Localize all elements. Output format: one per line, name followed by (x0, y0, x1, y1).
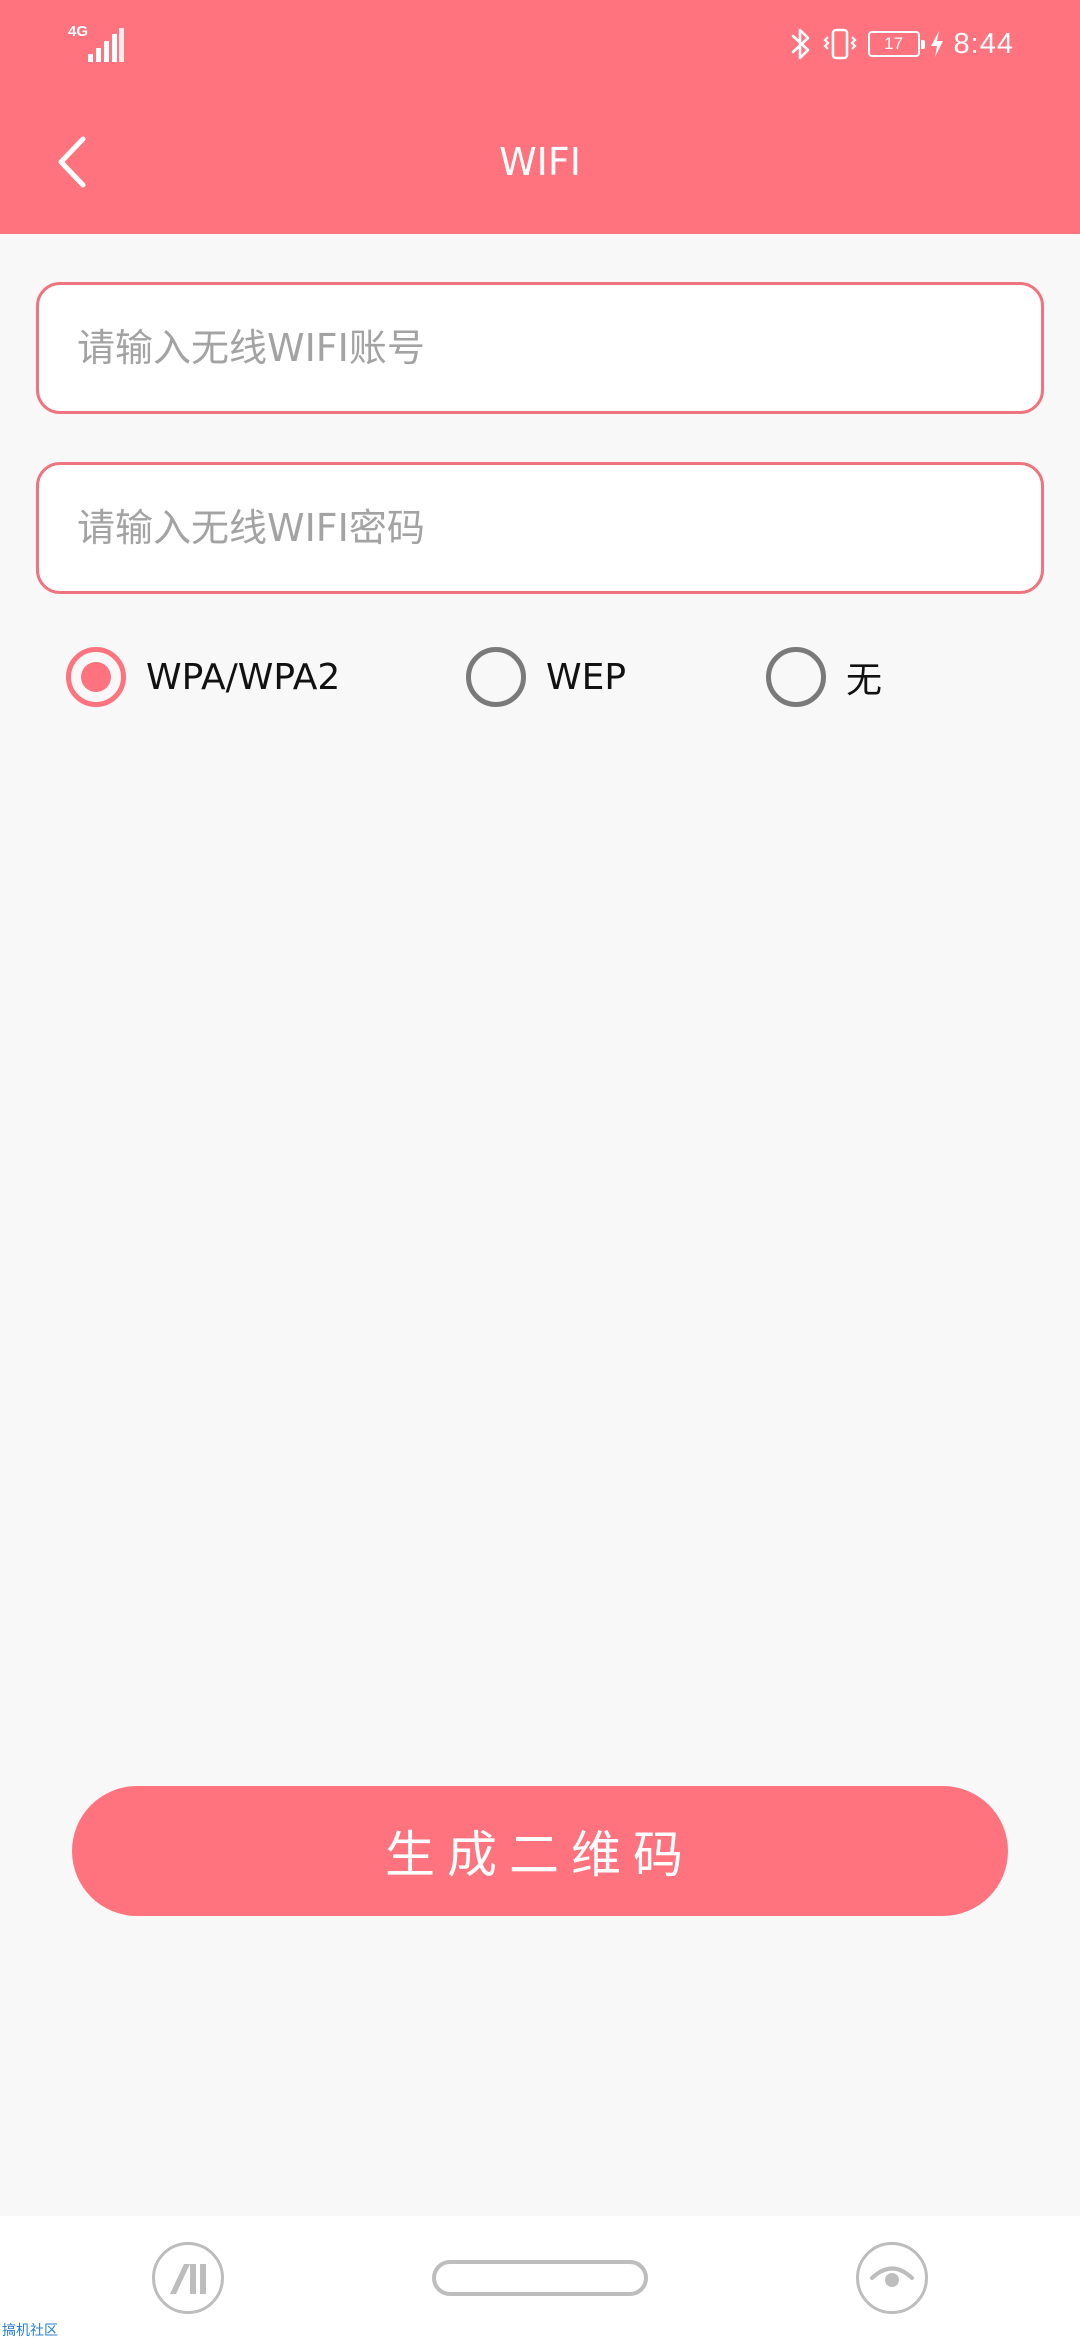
status-bar: 4G 17 8:44 (0, 0, 1080, 90)
eye-icon (870, 2266, 914, 2287)
wifi-account-field (36, 282, 1044, 414)
charging-icon (930, 31, 943, 57)
radio-label: 无 (846, 660, 883, 701)
radio-wep[interactable]: WEP (466, 646, 626, 708)
wifi-password-input[interactable] (39, 465, 1041, 591)
radio-unchecked-icon (766, 647, 826, 707)
status-icons: 17 8:44 (790, 22, 1014, 66)
status-time: 8:44 (953, 27, 1014, 60)
system-nav-bar (0, 2216, 1080, 2340)
network-type: 4G (68, 23, 89, 40)
generate-qrcode-button[interactable]: 生成二维码 (72, 1786, 1008, 1916)
nav-app-button[interactable] (152, 2242, 224, 2314)
radio-wpa-wpa2[interactable]: WPA/WPA2 (66, 646, 340, 708)
vibrate-icon (822, 28, 857, 60)
radio-none[interactable]: 无 (766, 646, 882, 708)
watermark: 搞机社区 (2, 2323, 58, 2339)
wifi-password-field (36, 462, 1044, 594)
app-logo-icon (170, 2264, 206, 2294)
radio-unchecked-icon (466, 647, 526, 707)
battery-level: 17 (884, 34, 903, 53)
radio-label: WPA/WPA2 (146, 656, 341, 698)
app-header: 4G 17 8:44 WIFI (0, 0, 1080, 234)
signal-bars-icon (88, 28, 124, 62)
nav-assistant-button[interactable] (856, 2242, 928, 2314)
nav-home-pill[interactable] (432, 2260, 648, 2296)
radio-checked-icon (66, 647, 126, 707)
radio-label: WEP (546, 656, 627, 698)
cellular-signal: 4G (68, 24, 128, 64)
page-title: WIFI (499, 140, 581, 184)
battery-indicator: 17 (867, 31, 925, 57)
wifi-account-input[interactable] (39, 285, 1041, 411)
bluetooth-icon (791, 28, 809, 60)
